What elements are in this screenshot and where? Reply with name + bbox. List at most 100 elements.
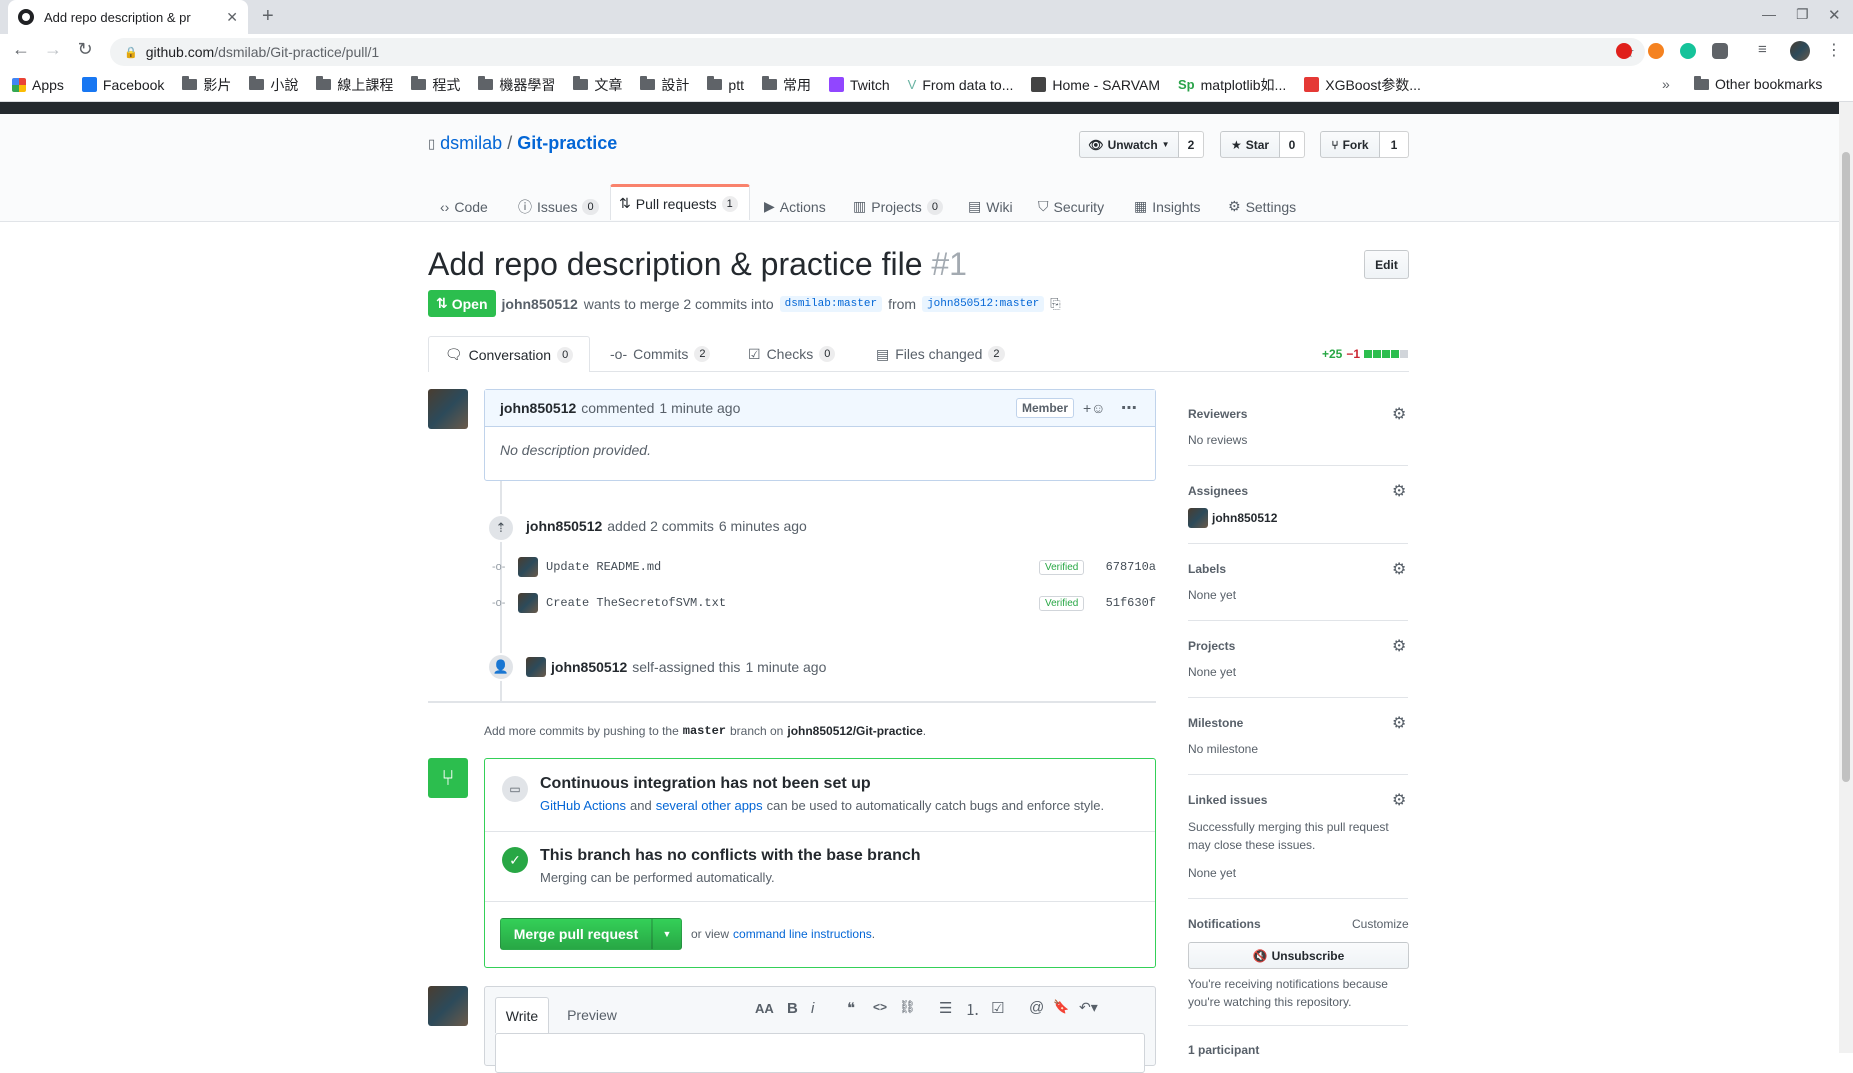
bookmark-folder[interactable]: 常用 — [761, 75, 811, 95]
head-branch[interactable]: john850512:master — [922, 295, 1045, 312]
assignee[interactable]: john850512 — [1188, 508, 1277, 528]
linked-issues-gear-icon[interactable]: ⚙ — [1392, 790, 1406, 810]
stars-count[interactable]: 0 — [1280, 131, 1305, 158]
tab-settings[interactable]: ⚙ Settings — [1220, 190, 1304, 223]
address-bar[interactable]: 🔒 github.com/dsmilab/Git-practice/pull/1… — [110, 38, 1645, 66]
more-options-icon[interactable]: ⋯ — [1121, 398, 1137, 418]
numbered-list-icon[interactable]: ⒈ — [965, 999, 980, 1020]
pr-author-link[interactable]: john850512 — [502, 296, 578, 312]
unsubscribe-button[interactable]: 🔇 Unsubscribe — [1188, 942, 1409, 969]
reviewers-gear-icon[interactable]: ⚙ — [1392, 404, 1406, 424]
maximize-icon[interactable]: ❐ — [1796, 6, 1809, 23]
fork-button[interactable]: ⑂ Fork — [1320, 131, 1380, 158]
base-branch[interactable]: dsmilab:master — [779, 295, 883, 312]
italic-icon[interactable]: i — [811, 1000, 814, 1017]
text-size-icon[interactable]: AA — [755, 1001, 774, 1016]
bookmark-xgboost[interactable]: XGBoost参数... — [1304, 75, 1421, 95]
scrollbar[interactable] — [1839, 102, 1853, 1053]
tab-checks[interactable]: ☑ Checks 0 — [748, 336, 836, 372]
forward-icon[interactable]: → — [38, 39, 68, 60]
tab-files-changed[interactable]: ▤ Files changed 2 — [876, 336, 1005, 372]
extension-chat-icon[interactable] — [1712, 43, 1728, 59]
projects-gear-icon[interactable]: ⚙ — [1392, 636, 1406, 656]
forks-count[interactable]: 1 — [1380, 131, 1409, 158]
reload-icon[interactable]: ↻ — [70, 39, 100, 60]
tab-wiki[interactable]: ▤ Wiki — [960, 190, 1021, 223]
tab-commits[interactable]: -o- Commits 2 — [610, 336, 711, 372]
commit-sha[interactable]: 51f630f — [1106, 596, 1156, 610]
tab-code[interactable]: ‹› Code — [432, 190, 496, 223]
minimize-icon[interactable]: — — [1762, 6, 1776, 22]
assign-author[interactable]: john850512 — [551, 659, 627, 675]
media-icon[interactable]: ≡ — [1758, 41, 1767, 58]
comment-time[interactable]: 1 minute ago — [659, 400, 740, 416]
commit-avatar[interactable] — [518, 557, 538, 577]
bold-icon[interactable]: B — [787, 1000, 798, 1017]
other-apps-link[interactable]: several other apps — [656, 798, 763, 813]
code-icon[interactable]: <> — [873, 1000, 887, 1014]
mention-icon[interactable]: @ — [1029, 999, 1044, 1016]
bookmark-folder[interactable]: 程式 — [411, 75, 460, 95]
github-actions-link[interactable]: GitHub Actions — [540, 798, 626, 813]
labels-label[interactable]: Labels — [1188, 562, 1226, 576]
bookmark-folder[interactable]: 設計 — [640, 75, 689, 95]
commit-message[interactable]: Update README.md — [546, 560, 661, 574]
bookmark-twitch[interactable]: Twitch — [828, 77, 890, 93]
bookmark-folder[interactable]: 小說 — [249, 75, 298, 95]
reference-icon[interactable]: 🔖 — [1053, 999, 1069, 1015]
new-tab-icon[interactable]: + — [262, 5, 274, 28]
bookmark-folder[interactable]: 文章 — [573, 75, 622, 95]
merge-pull-request-button[interactable]: Merge pull request — [500, 918, 652, 950]
watchers-count[interactable]: 2 — [1179, 131, 1204, 158]
tab-conversation[interactable]: 🗨 Conversation 0 — [428, 336, 590, 372]
comment-textarea[interactable] — [495, 1033, 1145, 1073]
assign-avatar[interactable] — [526, 657, 546, 677]
comment-author[interactable]: john850512 — [500, 400, 576, 416]
edit-title-button[interactable]: Edit — [1364, 250, 1409, 279]
reply-icon[interactable]: ↶▾ — [1079, 999, 1098, 1016]
unwatch-button[interactable]: 👁 Unwatch ▼ — [1079, 131, 1179, 158]
tab-pull-requests[interactable]: ⇅ Pull requests 1 — [610, 184, 750, 220]
bookmark-folder[interactable]: 機器學習 — [478, 75, 555, 95]
commit-message[interactable]: Create TheSecretofSVM.txt — [546, 596, 726, 610]
bookmark-sarvam[interactable]: Home - SARVAM — [1031, 77, 1160, 93]
link-icon[interactable]: ⛓ — [899, 999, 916, 1015]
milestone-label[interactable]: Milestone — [1188, 716, 1243, 730]
star-button[interactable]: ★ Star — [1220, 131, 1280, 158]
assign-time[interactable]: 1 minute ago — [745, 659, 826, 675]
editor-avatar[interactable] — [428, 986, 468, 1026]
bullet-list-icon[interactable]: ☰ — [939, 999, 952, 1017]
tab-projects[interactable]: ▥ Projects 0 — [845, 190, 951, 223]
back-icon[interactable]: ← — [6, 39, 36, 60]
assignees-label[interactable]: Assignees — [1188, 484, 1248, 498]
quote-icon[interactable]: ❝ — [847, 999, 855, 1017]
verified-badge[interactable]: Verified — [1039, 559, 1085, 575]
extension-grammarly-icon[interactable] — [1680, 43, 1696, 59]
bookmark-data-to-viz[interactable]: V From data to... — [908, 77, 1014, 93]
extension-opera-icon[interactable] — [1616, 43, 1632, 59]
comment-avatar[interactable] — [428, 389, 468, 429]
commit-avatar[interactable] — [518, 593, 538, 613]
tab-preview[interactable]: Preview — [557, 997, 627, 1033]
customize-link[interactable]: Customize — [1352, 917, 1409, 931]
milestone-gear-icon[interactable]: ⚙ — [1392, 713, 1406, 733]
window-close-icon[interactable]: ✕ — [1828, 6, 1841, 24]
tab-write[interactable]: Write — [495, 997, 549, 1033]
bookmark-folder[interactable]: 影片 — [182, 75, 231, 95]
tab-issues[interactable]: ⓘ Issues 0 — [510, 190, 607, 223]
bookmark-apps[interactable]: Apps — [12, 77, 64, 93]
repo-owner-link[interactable]: dsmilab — [440, 133, 502, 154]
commits-author[interactable]: john850512 — [526, 518, 602, 534]
repo-name-link[interactable]: Git-practice — [517, 133, 617, 154]
tab-actions[interactable]: ▶ Actions — [756, 190, 834, 223]
browser-tab[interactable]: Add repo description & pr ✕ — [8, 0, 248, 34]
linked-issues-label[interactable]: Linked issues — [1188, 793, 1267, 807]
commits-time[interactable]: 6 minutes ago — [719, 518, 807, 534]
bookmark-folder[interactable]: 線上課程 — [316, 75, 393, 95]
bookmark-other[interactable]: Other bookmarks — [1694, 75, 1822, 92]
labels-gear-icon[interactable]: ⚙ — [1392, 559, 1406, 579]
close-tab-icon[interactable]: ✕ — [226, 9, 238, 26]
bookmark-folder[interactable]: ptt — [707, 76, 744, 93]
task-list-icon[interactable]: ☑ — [991, 999, 1004, 1017]
scrollbar-thumb[interactable] — [1842, 152, 1850, 782]
